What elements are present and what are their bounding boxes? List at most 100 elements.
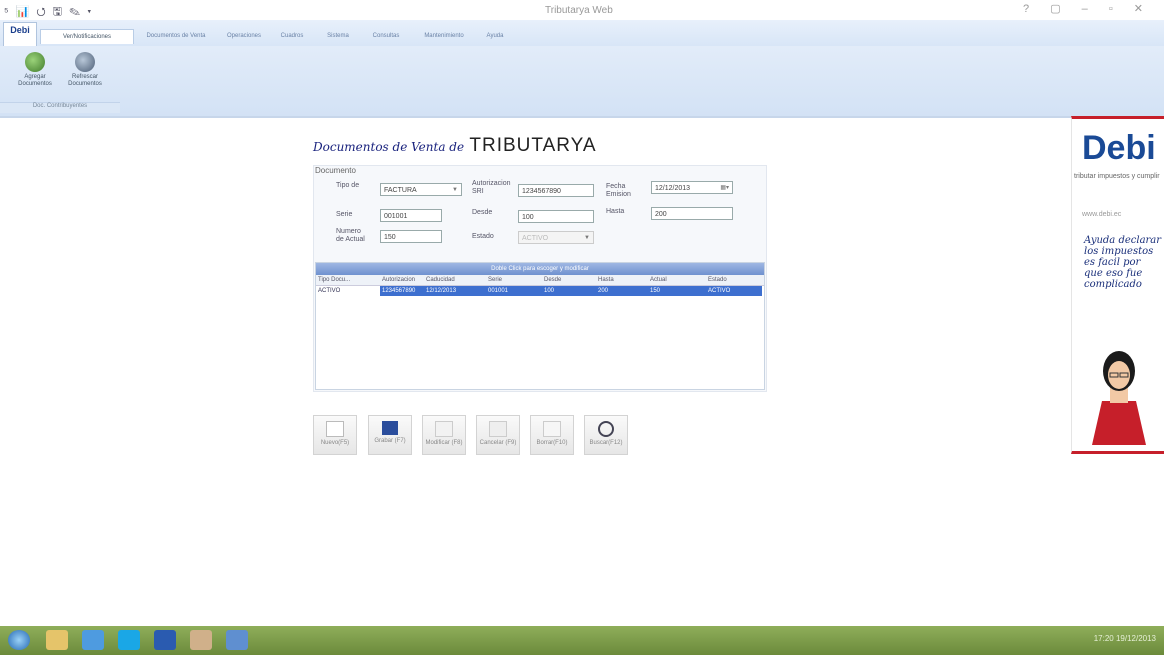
grid-columns: Tipo Docu... Autorizacion Caducidad Seri… <box>316 275 764 286</box>
save-button-label: Grabar (F7) <box>374 438 406 444</box>
numero-label: Numero de Actual <box>336 228 365 243</box>
autorizacion-field[interactable]: 1234567890 <box>518 184 594 197</box>
tab-sistema[interactable]: Sistema <box>318 29 358 43</box>
tab-cuadros[interactable]: Cuadros <box>272 29 312 43</box>
col-actual[interactable]: Actual <box>650 275 667 285</box>
fecha-field[interactable]: 12/12/2013 ▦▾ <box>651 181 733 194</box>
modify-button-label: Modificar (F8) <box>425 440 463 446</box>
save-button[interactable]: Grabar (F7) <box>368 415 412 455</box>
col-hasta[interactable]: Hasta <box>598 275 614 285</box>
page-title-script: Documentos de Venta de <box>313 140 465 154</box>
ad-brand-logo: Debi <box>1082 129 1156 167</box>
table-cell: 12/12/2013 <box>424 286 486 296</box>
autorizacion-label: Autorizacion SRI <box>472 180 511 195</box>
title-bar: ⁵ 📊 ⭯ 🖫 ✎ ▾ Tributarya Web ? ▢ – ▫ ✕ <box>0 0 1164 22</box>
save-icon <box>382 421 398 435</box>
tab-documentos[interactable]: Documentos de Venta <box>136 29 216 43</box>
grid-header: Doble Click para escoger y modificar <box>316 263 764 275</box>
col-desde[interactable]: Desde <box>544 275 561 285</box>
edit-icon <box>435 421 453 437</box>
add-documents-label: Agregar Documentos <box>18 74 52 87</box>
estado-select: ACTIVO ▼ <box>518 231 594 244</box>
col-caducidad[interactable]: Caducidad <box>426 275 455 285</box>
new-document-icon <box>326 421 344 437</box>
delete-button[interactable]: Borrar(F10) <box>530 415 574 455</box>
table-cell: 100 <box>542 286 596 296</box>
window-controls[interactable]: ? ▢ – ▫ ✕ <box>1023 2 1152 15</box>
refresh-documents-label: Refrescar Documentos <box>68 74 102 87</box>
col-serie[interactable]: Serie <box>488 275 502 285</box>
tipo-label: Tipo de <box>336 182 360 189</box>
tab-consultas[interactable]: Consultas <box>364 29 408 43</box>
ie-icon[interactable] <box>82 630 104 650</box>
tab-mantenimiento[interactable]: Mantenimiento <box>414 29 474 43</box>
table-cell: ACTIVO <box>316 286 380 296</box>
search-icon <box>598 421 614 437</box>
col-tipo[interactable]: Tipo Docu... <box>318 275 350 285</box>
desde-label: Desde <box>472 209 493 216</box>
taskbar: 17:20 19/12/2013 <box>0 626 1164 655</box>
window-title: Tributarya Web <box>545 5 613 16</box>
calendar-icon[interactable]: ▦▾ <box>720 182 729 195</box>
cancel-button[interactable]: Cancelar (F9) <box>476 415 520 455</box>
fecha-label: Fecha Emision <box>606 183 631 198</box>
new-button-label: Nuevo(F5) <box>320 440 350 446</box>
ad-handwritten-note: Ayuda declarar los impuestos es facil po… <box>1084 235 1162 290</box>
tab-operaciones[interactable]: Operaciones <box>222 29 266 43</box>
delete-button-label: Borrar(F10) <box>536 440 568 446</box>
desde-field[interactable]: 100 <box>518 210 594 223</box>
refresh-documents-button[interactable]: Refrescar Documentos <box>62 50 108 100</box>
photo-icon[interactable] <box>190 630 212 650</box>
serie-label: Serie <box>336 211 353 218</box>
tipo-select-value: FACTURA <box>384 187 417 194</box>
table-cell: 150 <box>648 286 706 296</box>
word-icon[interactable] <box>154 630 176 650</box>
ad-person-illustration <box>1092 351 1146 445</box>
ad-subtitle: tributar impuestos y cumplir <box>1074 173 1160 180</box>
ribbon-tabs: Debi Ver/Notificaciones Documentos de Ve… <box>0 20 1164 48</box>
table-cell: 001001 <box>486 286 542 296</box>
table-cell: ACTIVO <box>706 286 762 296</box>
app-icon[interactable] <box>226 630 248 650</box>
hasta-field[interactable]: 200 <box>651 207 733 220</box>
search-button-label: Buscar(F12) <box>589 440 623 446</box>
tab-notificaciones[interactable]: Ver/Notificaciones <box>40 29 134 44</box>
ad-url: www.debi.ec <box>1082 211 1122 218</box>
col-autorizacion[interactable]: Autorizacion <box>382 275 415 285</box>
tab-ayuda[interactable]: Ayuda <box>480 29 510 43</box>
estado-value: ACTIVO <box>522 235 549 242</box>
serie-field[interactable]: 001001 <box>380 209 442 222</box>
tipo-select[interactable]: FACTURA ▼ <box>380 183 462 196</box>
ribbon-panel: Agregar Documentos Refrescar Documentos … <box>0 46 1164 118</box>
table-cell: 200 <box>596 286 648 296</box>
section-label: Documento <box>315 166 356 175</box>
cancel-button-label: Cancelar (F9) <box>479 440 517 446</box>
explorer-icon[interactable] <box>46 630 68 650</box>
col-estado[interactable]: Estado <box>708 275 727 285</box>
modify-button[interactable]: Modificar (F8) <box>422 415 466 455</box>
add-documents-button[interactable]: Agregar Documentos <box>12 50 58 100</box>
numero-field[interactable]: 150 <box>380 230 442 243</box>
hasta-label: Hasta <box>606 208 625 215</box>
page-title: Documentos de Venta de TRIBUTARYA <box>313 135 597 157</box>
chevron-down-icon[interactable]: ▼ <box>452 184 458 197</box>
ribbon-group-label: Doc. Contribuyentes <box>0 102 120 113</box>
search-button[interactable]: Buscar(F12) <box>584 415 628 455</box>
estado-label: Estado <box>472 233 494 240</box>
chevron-down-icon: ▼ <box>584 235 590 241</box>
system-clock[interactable]: 17:20 19/12/2013 <box>1094 634 1156 643</box>
table-cell: 1234567890 <box>380 286 424 296</box>
advertisement-banner[interactable]: Debi tributar impuestos y cumplir www.de… <box>1071 116 1164 454</box>
add-document-icon <box>25 52 45 72</box>
documents-grid: Doble Click para escoger y modificar Tip… <box>315 262 765 390</box>
refresh-icon <box>75 52 95 72</box>
skype-icon[interactable] <box>118 630 140 650</box>
fecha-value: 12/12/2013 <box>655 185 691 192</box>
page-title-brand: TRIBUTARYA <box>469 135 597 156</box>
table-row[interactable]: ACTIVO 1234567890 12/12/2013 001001 100 … <box>316 286 764 296</box>
new-button[interactable]: Nuevo(F5) <box>313 415 357 455</box>
delete-icon <box>543 421 561 437</box>
start-orb-icon[interactable] <box>8 630 30 650</box>
cancel-icon <box>489 421 507 437</box>
app-logo[interactable]: Debi <box>3 22 37 48</box>
